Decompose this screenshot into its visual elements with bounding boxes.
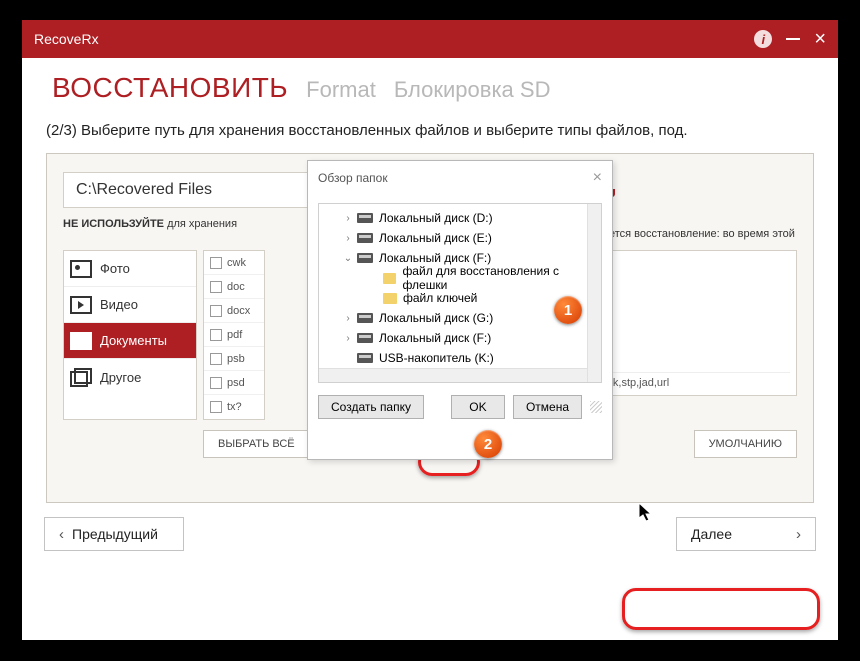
ok-button[interactable]: OK <box>451 395 505 419</box>
create-folder-button[interactable]: Создать папку <box>318 395 424 419</box>
category-photo-label: Фото <box>100 261 130 276</box>
chevron-right-icon: › <box>796 526 801 543</box>
checkbox-icon[interactable] <box>210 377 222 389</box>
default-button[interactable]: УМОЛЧАНИЮ <box>694 430 797 458</box>
category-column: Фото Видео Документы Другое <box>63 250 197 420</box>
ext-doc[interactable]: doc <box>204 275 264 299</box>
document-icon <box>70 332 92 350</box>
category-video-label: Видео <box>100 297 138 312</box>
warning-prefix: НЕ ИСПОЛЬЗУЙТЕ <box>63 218 164 230</box>
extension-summary-text: ilk,stp,jad,url <box>608 372 790 389</box>
dialog-close-icon[interactable]: × <box>593 169 602 187</box>
ext-tx[interactable]: tx? <box>204 395 264 419</box>
ext-pdf[interactable]: pdf <box>204 323 264 347</box>
expander-icon[interactable]: ⌄ <box>343 253 353 264</box>
drive-icon <box>357 313 373 323</box>
checkbox-icon[interactable] <box>210 305 222 317</box>
ext-psd[interactable]: psd <box>204 371 264 395</box>
tree-drive-d[interactable]: ›Локальный диск (D:) <box>321 208 599 228</box>
tab-format[interactable]: Format <box>306 77 376 103</box>
tree-drive-f2[interactable]: ›Локальный диск (F:) <box>321 328 599 348</box>
select-all-button[interactable]: ВЫБРАТЬ ВСЁ <box>203 430 310 458</box>
expander-icon[interactable]: › <box>343 313 353 324</box>
folder-icon <box>383 273 396 284</box>
checkbox-icon[interactable] <box>210 281 222 293</box>
app-title: RecoveRx <box>34 31 754 47</box>
tree-folder-restore[interactable]: файл для восстановления с флешки <box>321 268 599 288</box>
tab-recover[interactable]: ВОССТАНОВИТЬ <box>52 72 288 104</box>
photo-icon <box>70 260 92 278</box>
other-icon <box>70 368 92 386</box>
category-other-label: Другое <box>100 370 141 385</box>
dialog-buttons: Создать папку OK Отмена <box>308 389 612 427</box>
tab-lock[interactable]: Блокировка SD <box>394 77 551 103</box>
next-button[interactable]: Далее › <box>676 517 816 551</box>
category-photo[interactable]: Фото <box>64 251 196 287</box>
folder-icon <box>383 293 397 304</box>
extension-column: cwk doc docx pdf psb psd tx? <box>203 250 265 420</box>
content-box: НЕ ИСПОЛЬЗУЙТЕ для хранения яется восста… <box>46 153 814 503</box>
tree-drive-e[interactable]: ›Локальный диск (E:) <box>321 228 599 248</box>
dialog-title: Обзор папок <box>318 171 593 185</box>
ext-psb[interactable]: psb <box>204 347 264 371</box>
expander-icon[interactable]: › <box>343 233 353 244</box>
category-documents[interactable]: Документы <box>64 323 196 359</box>
close-icon[interactable]: × <box>814 29 826 49</box>
checkbox-icon[interactable] <box>210 353 222 365</box>
expander-icon[interactable]: › <box>343 333 353 344</box>
resize-grip-icon[interactable] <box>590 401 602 413</box>
previous-label: Предыдущий <box>72 526 158 542</box>
category-video[interactable]: Видео <box>64 287 196 323</box>
dialog-title-row: Обзор папок × <box>308 161 612 195</box>
folder-tree: ›Локальный диск (D:) ›Локальный диск (E:… <box>318 203 602 383</box>
checkbox-icon[interactable] <box>210 329 222 341</box>
previous-button[interactable]: ‹ Предыдущий <box>44 517 184 551</box>
app-window: RecoveRx i × ВОССТАНОВИТЬ Format Блокиро… <box>22 20 838 640</box>
warning-tail: яется восстановление: во время этой <box>603 228 795 240</box>
category-other[interactable]: Другое <box>64 359 196 395</box>
drive-icon <box>357 233 373 243</box>
vertical-scrollbar[interactable] <box>587 204 601 382</box>
chevron-left-icon: ‹ <box>59 526 64 543</box>
ext-cwk[interactable]: cwk <box>204 251 264 275</box>
expander-icon[interactable]: › <box>343 213 353 224</box>
drive-icon <box>357 213 373 223</box>
title-bar: RecoveRx i × <box>22 20 838 58</box>
category-documents-label: Документы <box>100 333 167 348</box>
drive-icon <box>357 353 373 363</box>
tree-list: ›Локальный диск (D:) ›Локальный диск (E:… <box>319 204 601 372</box>
warning-rest: для хранения <box>164 218 237 230</box>
info-icon[interactable]: i <box>754 30 772 48</box>
minimize-icon[interactable] <box>786 38 800 40</box>
drive-icon <box>357 333 373 343</box>
extension-summary-box: ilk,stp,jad,url <box>601 250 797 396</box>
step-instruction: (2/3) Выберите путь для хранения восстан… <box>46 122 814 139</box>
ext-docx[interactable]: docx <box>204 299 264 323</box>
annotation-badge-1: 1 <box>554 296 582 324</box>
tree-drive-k[interactable]: USB-накопитель (K:) <box>321 348 599 368</box>
annotation-badge-2: 2 <box>474 430 502 458</box>
tabs: ВОССТАНОВИТЬ Format Блокировка SD <box>22 58 838 114</box>
drive-icon <box>357 253 373 263</box>
main-area: (2/3) Выберите путь для хранения восстан… <box>22 114 838 503</box>
nav-row: ‹ Предыдущий Далее › <box>22 503 838 565</box>
video-icon <box>70 296 92 314</box>
next-label: Далее <box>691 526 732 542</box>
horizontal-scrollbar[interactable] <box>319 368 587 382</box>
cancel-button[interactable]: Отмена <box>513 395 582 419</box>
checkbox-icon[interactable] <box>210 401 222 413</box>
window-controls: i × <box>754 29 826 49</box>
checkbox-icon[interactable] <box>210 257 222 269</box>
